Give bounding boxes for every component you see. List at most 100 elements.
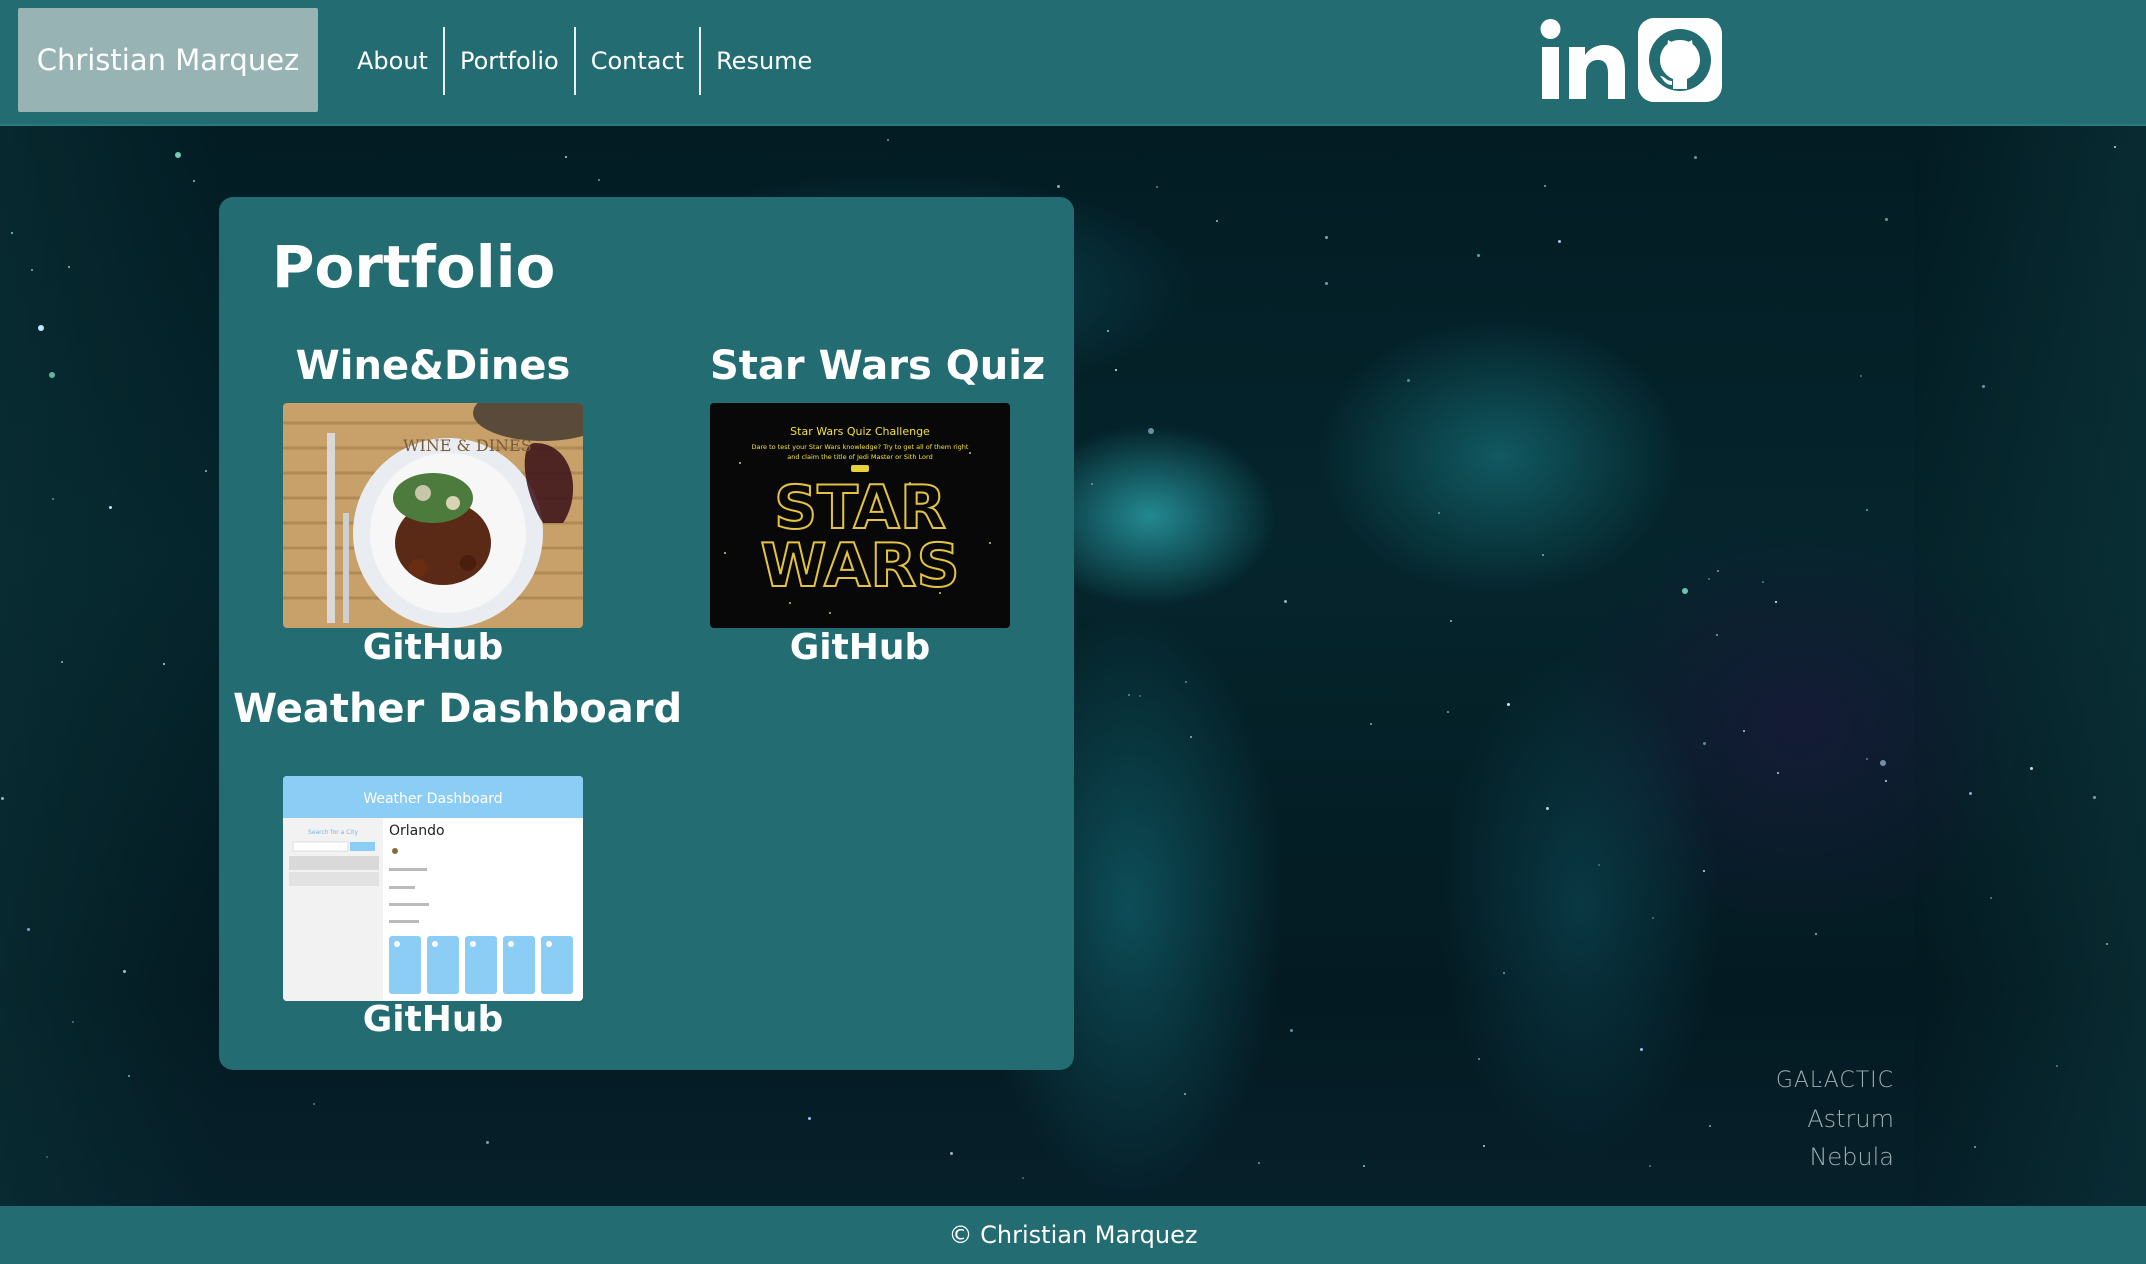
background-star (38, 325, 44, 331)
background-star (1185, 681, 1187, 683)
wine-dines-github-link[interactable]: GitHub (283, 627, 583, 668)
background-star (1483, 1145, 1485, 1147)
background-star (1139, 695, 1141, 697)
background-star (1156, 186, 1158, 188)
background-edge-left (0, 126, 220, 1206)
background-star (1709, 1125, 1711, 1127)
background-star (1743, 730, 1745, 732)
background-star (1982, 385, 1985, 388)
weather-dashboard-github-link[interactable]: GitHub (283, 999, 583, 1040)
background-star (11, 232, 13, 234)
background-star (1, 797, 4, 800)
background-star (2056, 1065, 2058, 1067)
background-star (1990, 897, 1992, 899)
background-star (1866, 509, 1868, 511)
github-icon[interactable] (1638, 18, 1722, 106)
background-star (313, 1103, 315, 1105)
nav-contact[interactable]: Contact (576, 27, 702, 95)
project-weather-dashboard: Weather Dashboard (233, 686, 682, 732)
background-star (1703, 742, 1706, 745)
footer-copyright: © Christian Marquez (948, 1221, 1198, 1249)
background-star (1762, 581, 1764, 583)
background-star (52, 498, 54, 500)
background-star (1885, 218, 1888, 221)
background-star (1216, 220, 1218, 222)
background-star (1184, 1093, 1186, 1095)
nav-portfolio[interactable]: Portfolio (445, 27, 576, 95)
portfolio-title: Portfolio (272, 233, 556, 301)
background-star (205, 470, 207, 472)
background-star (1258, 1162, 1260, 1164)
star-wars-quiz-thumbnail[interactable]: Star Wars Quiz Challenge Dare to test yo… (710, 403, 1010, 628)
background-star (2030, 767, 2033, 770)
background-star (1450, 620, 1452, 622)
background-star (123, 970, 126, 973)
background-star (31, 269, 33, 271)
background-star (1438, 512, 1440, 514)
background-star (1503, 972, 1505, 974)
background-star (1370, 723, 1372, 725)
background-star (1649, 1165, 1651, 1167)
background-star (1885, 780, 1887, 782)
weather-dashboard-thumbnail[interactable]: Weather Dashboard Search for a City Orla… (283, 776, 583, 1001)
star-wars-quiz-github-link[interactable]: GitHub (710, 627, 1010, 668)
background-star (1544, 185, 1546, 187)
background-star (1652, 917, 1654, 919)
background-star (1717, 570, 1719, 572)
background-star (1777, 772, 1779, 774)
main-nav: About Portfolio Contact Resume (342, 27, 827, 95)
background-star (1708, 578, 1710, 580)
background-star (1478, 1058, 1480, 1060)
star-wars-logo-bottom: WARS (760, 531, 959, 601)
background-watermark: GALACTIC Astrum Nebula (1740, 1062, 1894, 1176)
background-star (1477, 254, 1480, 257)
background-star (1546, 807, 1549, 810)
background-star (1880, 760, 1886, 766)
background-star (1128, 694, 1130, 696)
wine-dines-thumbnail[interactable]: WINE & DINES (283, 403, 583, 628)
background-star (1091, 483, 1093, 485)
background-star (46, 1156, 48, 1158)
background-star (598, 179, 600, 181)
quiz-heading: Star Wars Quiz Challenge (790, 425, 930, 438)
background-star (1284, 600, 1287, 603)
project-star-wars-quiz: Star Wars Quiz (710, 343, 1046, 389)
background-star (1716, 634, 1718, 636)
background-star (1542, 554, 1544, 556)
background-star (1969, 792, 1972, 795)
portfolio-card: Portfolio Wine&Dines WINE & DINES GitHub… (219, 197, 1074, 1070)
background-star (1507, 703, 1510, 706)
background-star (887, 139, 889, 141)
background-star (1974, 1146, 1976, 1148)
background-star (1290, 1029, 1293, 1032)
background-star (1598, 864, 1600, 866)
background-star (1022, 1177, 1024, 1179)
quiz-sub2: and claim the title of Jedi Master or Si… (787, 453, 932, 461)
weather-header: Weather Dashboard (363, 791, 502, 807)
weather-city: Orlando (389, 823, 445, 839)
background-star (1640, 1048, 1643, 1051)
brand-name[interactable]: Christian Marquez (18, 8, 318, 112)
nav-about[interactable]: About (342, 27, 445, 95)
background-star (2106, 943, 2108, 945)
background-star (1107, 330, 1109, 332)
background-star (1363, 1165, 1365, 1167)
background-star (486, 1141, 489, 1144)
background-star (61, 661, 63, 663)
background-star (1447, 711, 1449, 713)
nav-resume[interactable]: Resume (701, 27, 827, 95)
background-star (163, 663, 165, 665)
background-star (1558, 240, 1561, 243)
background-star (2093, 796, 2096, 799)
site-footer: © Christian Marquez (0, 1206, 2146, 1264)
background-star (1407, 379, 1410, 382)
wine-dines-logo: WINE & DINES (403, 436, 532, 455)
background-edge-right (1914, 126, 2146, 1206)
background-star (1190, 736, 1192, 738)
linkedin-icon[interactable] (1540, 18, 1626, 106)
project-title: Wine&Dines (295, 343, 571, 389)
project-title: Star Wars Quiz (710, 343, 1046, 389)
background-star (950, 1152, 953, 1155)
background-star (565, 156, 567, 158)
social-links (1540, 18, 1722, 106)
